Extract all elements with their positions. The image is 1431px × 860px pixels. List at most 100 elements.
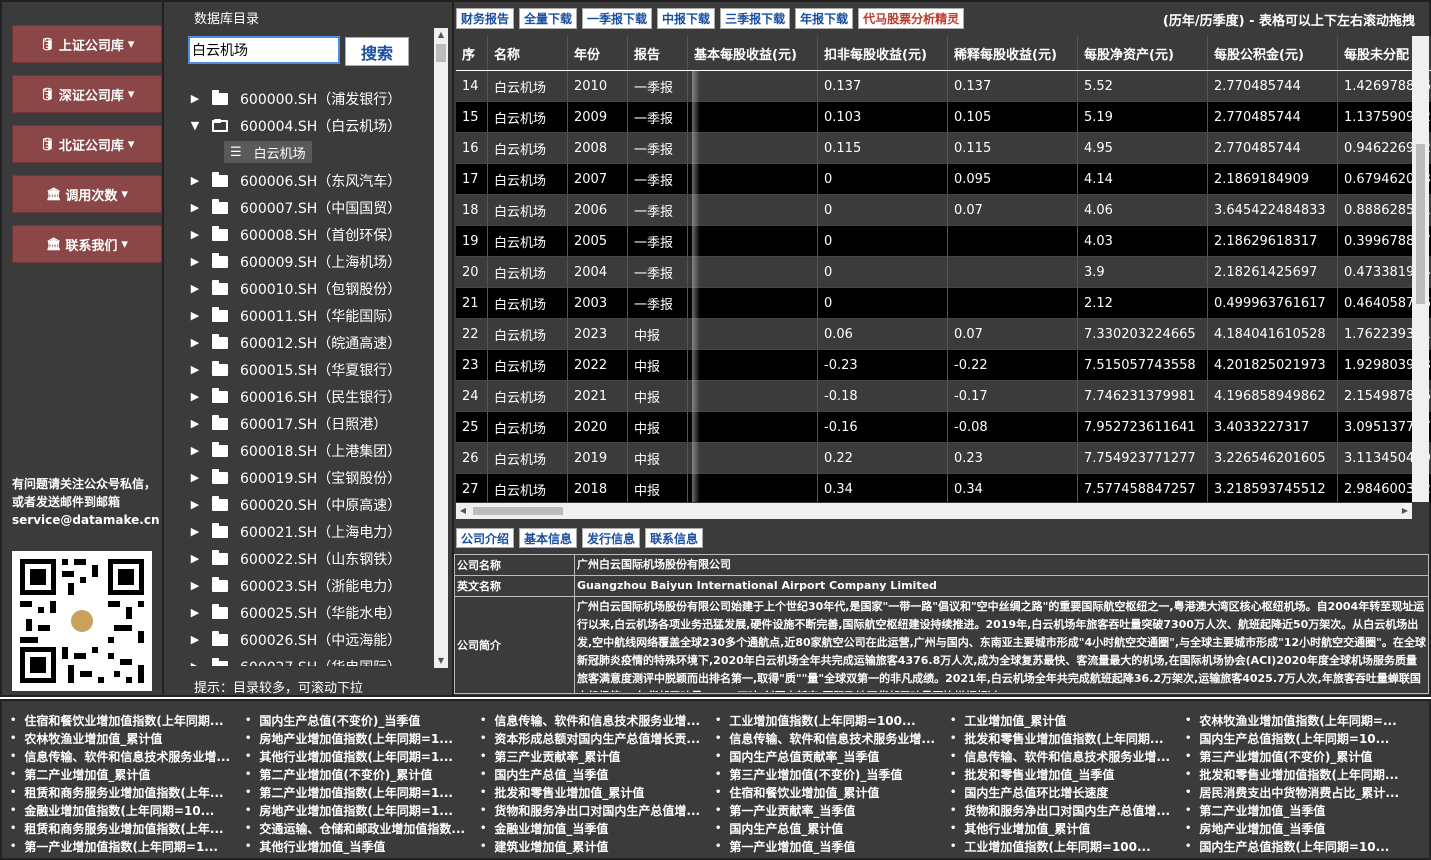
column-header[interactable]: 每股公积金(元): [1208, 36, 1338, 70]
caret-right-icon[interactable]: ▶: [188, 201, 202, 214]
indicator-link[interactable]: 资本形成总额对国内生产总值增长贡...: [480, 729, 710, 747]
scrollbar-thumb[interactable]: [1416, 144, 1425, 304]
q3-download-button[interactable]: 三季报下载: [720, 8, 791, 29]
indicator-link[interactable]: 国内生产总值指数(上年同期=10...: [1185, 729, 1415, 747]
indicator-link[interactable]: 工业增加值指数(上年同期=100...: [715, 711, 945, 729]
caret-right-icon[interactable]: ▶: [188, 255, 202, 268]
indicator-link[interactable]: 其他行业增加值指数(上年同期=1...: [245, 747, 475, 765]
caret-right-icon[interactable]: ▶: [188, 498, 202, 511]
scrollbar-thumb[interactable]: [473, 507, 563, 515]
tab-basic-info[interactable]: 基本信息: [519, 528, 578, 548]
indicator-link[interactable]: 房地产业增加值指数(上年同期=1...: [245, 801, 475, 819]
tree-item[interactable]: ▶ 600026.SH（中远海能）: [188, 626, 401, 653]
table-row[interactable]: 16 白云机场 2008 一季报 0.115 0.115 4.95 2.770485744 0.…: [456, 133, 1431, 164]
table-row[interactable]: 26 白云机场 2019 中报 0.22 0.23 7.754923771277 3.2265…: [456, 443, 1431, 474]
caret-right-icon[interactable]: ▶: [188, 552, 202, 565]
tree-scrollbar[interactable]: ▲ ▼: [434, 28, 448, 668]
indicator-link[interactable]: 工业增加值指数(上年同期=100...: [950, 837, 1180, 855]
indicator-link[interactable]: 货物和服务净出口对国内生产总值增...: [480, 801, 710, 819]
annual-download-button[interactable]: 年报下载: [795, 8, 854, 29]
column-header[interactable]: 年份: [568, 36, 628, 70]
indicator-link[interactable]: 住宿和餐饮业增加值指数(上年同期...: [10, 711, 240, 729]
indicator-link[interactable]: 批发和零售业增加值_累计值: [480, 783, 710, 801]
scrollbar-thumb[interactable]: [436, 44, 446, 62]
indicator-link[interactable]: 交通运输、仓储和邮政业增加值指数...: [245, 819, 475, 837]
indicator-link[interactable]: 第一产业增加值指数(上年同期=1...: [10, 837, 240, 855]
table-row[interactable]: 21 白云机场 2003 一季报 0 2.12 0.499963761617 0.464058…: [456, 288, 1431, 319]
indicator-link[interactable]: 国内生产总值(不变价)_当季值: [245, 711, 475, 729]
indicator-link[interactable]: 第三产业增加值(不变价)_累计值: [1185, 747, 1415, 765]
search-button[interactable]: 搜索: [345, 37, 409, 66]
tree-item[interactable]: ▶ 600011.SH（华能国际）: [188, 302, 401, 329]
indicator-link[interactable]: 其他行业增加值_当季值: [245, 837, 475, 855]
caret-right-icon[interactable]: ▶: [188, 471, 202, 484]
indicator-link[interactable]: 农林牧渔业增加值_累计值: [10, 729, 240, 747]
search-input[interactable]: [188, 36, 340, 64]
menu-call-count[interactable]: 🏛 调用次数 ▾: [12, 175, 162, 213]
indicator-link[interactable]: 第二产业增加值指数(上年同期=1...: [245, 783, 475, 801]
tree-item[interactable]: ▶ 600006.SH（东风汽车）: [188, 167, 401, 194]
tab-contact-info[interactable]: 联系信息: [645, 528, 704, 548]
indicator-link[interactable]: 房地产业增加值_当季值: [1185, 819, 1415, 837]
scroll-right-arrow-icon[interactable]: ▶: [1398, 503, 1412, 519]
tree-item[interactable]: ▶ 600027.SH（华电国际）: [188, 653, 401, 666]
tree-item[interactable]: ▶ 600019.SH（宝钢股份）: [188, 464, 401, 491]
indicator-link[interactable]: 国内生产总值_累计值: [715, 819, 945, 837]
indicator-link[interactable]: 国内生产总值环比增长速度: [950, 783, 1180, 801]
indicator-link[interactable]: 第三产业增加值(不变价)_当季值: [715, 765, 945, 783]
caret-right-icon[interactable]: ▶: [188, 336, 202, 349]
interim-download-button[interactable]: 中报下载: [657, 8, 716, 29]
table-row[interactable]: 19 白云机场 2005 一季报 0 4.03 2.18629618317 0.3996788…: [456, 226, 1431, 257]
table-row[interactable]: 25 白云机场 2020 中报 -0.16 -0.08 7.952723611641 3.40…: [456, 412, 1431, 443]
table-row[interactable]: 22 白云机场 2023 中报 0.06 0.07 7.330203224665 4.1840…: [456, 319, 1431, 350]
caret-right-icon[interactable]: ▶: [188, 363, 202, 376]
tab-company-intro[interactable]: 公司介绍: [456, 528, 515, 548]
tree-leaf-selected[interactable]: ☰ 白云机场: [224, 141, 312, 163]
table-row[interactable]: 17 白云机场 2007 一季报 0 0.095 4.14 2.1869184909 0.679…: [456, 164, 1431, 195]
caret-down-icon[interactable]: ▼: [188, 119, 202, 132]
table-horizontal-scrollbar[interactable]: ◀ ▶: [456, 503, 1412, 519]
menu-beijing-companies[interactable]: 🛢 北证公司库 ▾: [12, 125, 162, 163]
indicator-link[interactable]: 批发和零售业增加值指数(上年同期...: [1185, 765, 1415, 783]
indicator-link[interactable]: 居民消费支出中货物消费占比_累计...: [1185, 783, 1415, 801]
column-header[interactable]: 每股净资产(元): [1078, 36, 1208, 70]
caret-right-icon[interactable]: ▶: [188, 606, 202, 619]
table-row[interactable]: 24 白云机场 2021 中报 -0.18 -0.17 7.746231379981 4.19…: [456, 381, 1431, 412]
tree-item[interactable]: ▶ 600000.SH（浦发银行）: [188, 85, 401, 112]
table-vertical-scrollbar[interactable]: [1412, 36, 1429, 502]
tree-item[interactable]: ▶ 600018.SH（上港集团）: [188, 437, 401, 464]
menu-shenzhen-companies[interactable]: 🛢 深证公司库 ▾: [12, 75, 162, 113]
indicator-link[interactable]: 租赁和商务服务业增加值指数(上年...: [10, 783, 240, 801]
tree-item[interactable]: ▶ 600017.SH（日照港）: [188, 410, 387, 437]
q1-download-button[interactable]: 一季报下载: [582, 8, 653, 29]
indicator-link[interactable]: 批发和零售业增加值指数(上年同期...: [950, 729, 1180, 747]
stock-analysis-tool-button[interactable]: 代马股票分析精灵: [858, 8, 965, 29]
indicator-link[interactable]: 金融业增加值指数(上年同期=10...: [10, 801, 240, 819]
scroll-up-arrow-icon[interactable]: ▲: [434, 28, 448, 42]
table-row[interactable]: 15 白云机场 2009 一季报 0.103 0.105 5.19 2.770485744 1.…: [456, 102, 1431, 133]
tree-item[interactable]: ▶ 600023.SH（浙能电力）: [188, 572, 401, 599]
indicator-link[interactable]: 第二产业增加值_累计值: [10, 765, 240, 783]
indicator-link[interactable]: 信息传输、软件和信息技术服务业增...: [480, 711, 710, 729]
indicator-link[interactable]: 第一产业增加值_当季值: [715, 837, 945, 855]
financial-report-button[interactable]: 财务报告: [456, 8, 515, 29]
table-row[interactable]: 18 白云机场 2006 一季报 0 0.07 4.06 3.645422484833 0.88…: [456, 195, 1431, 226]
indicator-link[interactable]: 第一产业贡献率_当季值: [715, 801, 945, 819]
menu-contact-us[interactable]: 🏛 联系我们 ▾: [12, 225, 162, 263]
indicator-link[interactable]: 农林牧渔业增加值指数(上年同期=...: [1185, 711, 1415, 729]
caret-right-icon[interactable]: ▶: [188, 390, 202, 403]
column-header[interactable]: 基本每股收益(元): [688, 36, 818, 70]
indicator-link[interactable]: 住宿和餐饮业增加值_累计值: [715, 783, 945, 801]
caret-right-icon[interactable]: ▶: [188, 309, 202, 322]
indicator-link[interactable]: 信息传输、软件和信息技术服务业增...: [950, 747, 1180, 765]
caret-right-icon[interactable]: ▶: [188, 579, 202, 592]
caret-right-icon[interactable]: ▶: [188, 417, 202, 430]
scroll-left-arrow-icon[interactable]: ◀: [456, 503, 470, 519]
column-header[interactable]: 名称: [488, 36, 568, 70]
tree-item[interactable]: ▶ 600012.SH（皖通高速）: [188, 329, 401, 356]
caret-right-icon[interactable]: ▶: [188, 282, 202, 295]
menu-shanghai-companies[interactable]: 🛢 上证公司库 ▾: [12, 25, 162, 63]
caret-right-icon[interactable]: ▶: [188, 228, 202, 241]
column-header[interactable]: 序: [456, 36, 488, 70]
indicator-link[interactable]: 第二产业增加值(不变价)_累计值: [245, 765, 475, 783]
